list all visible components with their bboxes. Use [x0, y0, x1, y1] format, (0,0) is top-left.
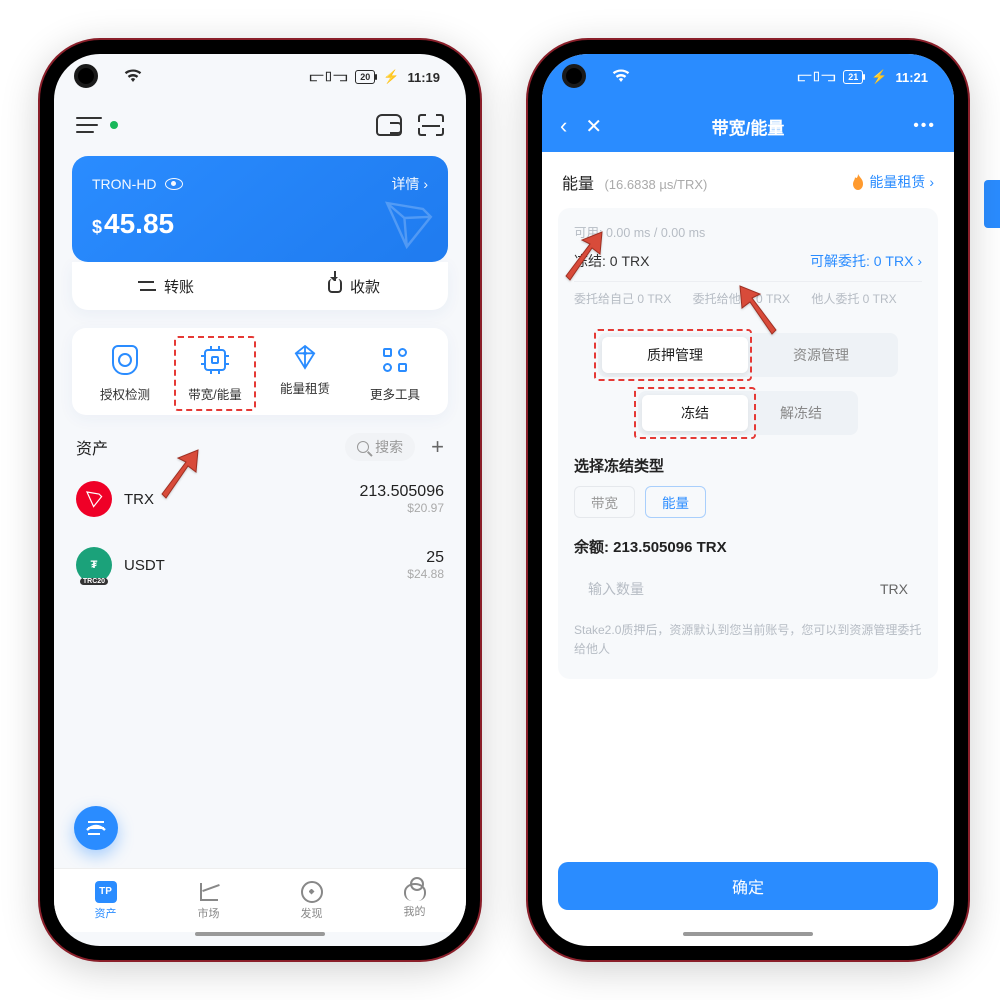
highlight-box [174, 336, 256, 411]
receive-icon [328, 279, 342, 293]
search-icon [357, 441, 369, 453]
confirm-button[interactable]: 确定 [558, 862, 938, 910]
phone-left: ⫍▯⫎ 20 ⚡ 11:19 TRON-HD 详情 › [40, 40, 480, 960]
kite-icon [294, 344, 316, 370]
assets-tab-icon: TP [95, 881, 117, 903]
tab-assets[interactable]: TP资产 [54, 869, 157, 932]
stake-panel: 可用: 0.00 ms / 0.00 ms 冻结: 0 TRX 可解委托: 0 … [558, 208, 938, 679]
usdt-coin-icon: ₮ [76, 547, 112, 583]
grid-icon [383, 348, 407, 372]
energy-rate: (16.6838 µs/TRX) [604, 177, 707, 192]
tab-bar: TP资产 市场 发现 我的 [54, 868, 466, 932]
market-tab-icon [198, 881, 220, 903]
shield-icon [112, 345, 138, 375]
trx-coin-icon [76, 481, 112, 517]
side-chip [984, 180, 1000, 228]
connection-dot [110, 121, 118, 129]
tool-more[interactable]: 更多工具 [350, 344, 440, 403]
chip-icon [204, 349, 226, 371]
screen-right: ⫍▯⫎ 21 ⚡ 11:21 ‹ ✕ 带宽/能量 ••• 能量 (16.6838… [542, 54, 954, 946]
scan-icon[interactable] [418, 114, 444, 136]
page-header: ‹ ✕ 带宽/能量 ••• [542, 100, 954, 152]
amount-input[interactable]: 输入数量 TRX [574, 567, 922, 611]
wallet-name: TRON-HD [92, 176, 157, 192]
vibrate-icon: ⫍▯⫎ [798, 69, 836, 85]
add-asset-button[interactable]: + [431, 434, 444, 460]
pill-bandwidth[interactable]: 带宽 [574, 486, 635, 518]
transfer-button[interactable]: 转账 [72, 262, 260, 310]
visibility-icon[interactable] [165, 178, 183, 190]
menu-icon[interactable] [76, 124, 98, 126]
tron-watermark-icon [378, 194, 438, 254]
balance-card[interactable]: TRON-HD 详情 › $45.85 [72, 156, 448, 262]
wifi-icon [124, 69, 142, 86]
freeze-type-pills: 带宽 能量 [574, 486, 922, 518]
phone-right: ⫍▯⫎ 21 ⚡ 11:21 ‹ ✕ 带宽/能量 ••• 能量 (16.6838… [528, 40, 968, 960]
status-time: 11:21 [895, 70, 928, 85]
freeze-type-title: 选择冻结类型 [574, 455, 922, 476]
status-bar: ⫍▯⫎ 21 ⚡ 11:21 [542, 54, 954, 100]
assets-label: 资产 [76, 435, 108, 459]
camera-hole [562, 64, 586, 88]
search-input[interactable]: 搜索 [345, 433, 415, 461]
input-unit: TRX [880, 581, 908, 597]
asset-row-trx[interactable]: TRX 213.505096$20.97 [76, 469, 444, 529]
highlight-box [634, 387, 756, 439]
charging-icon: ⚡ [871, 69, 887, 85]
energy-label: 能量 [562, 176, 594, 193]
assets-header: 资产 搜索 + [76, 433, 444, 461]
freeze-segment: 冻结 解冻结 [638, 391, 858, 435]
more-button[interactable]: ••• [913, 117, 936, 135]
unfreeze-tab[interactable]: 解冻结 [748, 395, 854, 431]
transfer-icon [138, 279, 156, 293]
tab-market[interactable]: 市场 [157, 869, 260, 932]
pill-energy[interactable]: 能量 [645, 486, 706, 518]
tutorial-arrow-icon [560, 230, 604, 282]
charging-icon: ⚡ [383, 69, 399, 85]
energy-top-row: 能量 (16.6838 µs/TRX) 能量租赁› [558, 152, 938, 208]
tool-energy-rental[interactable]: 能量租赁 [260, 344, 350, 403]
asset-row-usdt[interactable]: ₮USDT 25$24.88 [76, 535, 444, 595]
chat-fab[interactable] [74, 806, 118, 850]
discover-tab-icon [301, 881, 323, 903]
tab-discover[interactable]: 发现 [260, 869, 363, 932]
mgmt-segment: 质押管理 资源管理 [598, 333, 898, 377]
receive-button[interactable]: 收款 [260, 262, 448, 310]
screen-left: ⫍▯⫎ 20 ⚡ 11:19 TRON-HD 详情 › [54, 54, 466, 946]
rental-link[interactable]: 能量租赁› [851, 172, 934, 192]
delegatable-link[interactable]: 可解委托: 0 TRX › [810, 251, 922, 271]
details-link[interactable]: 详情 › [391, 174, 428, 194]
tab-mine[interactable]: 我的 [363, 869, 466, 932]
top-bar [54, 100, 466, 150]
status-time: 11:19 [407, 70, 440, 85]
status-bar: ⫍▯⫎ 20 ⚡ 11:19 [54, 54, 466, 100]
mine-tab-icon [404, 883, 426, 901]
battery-icon: 20 [355, 70, 375, 84]
camera-hole [74, 64, 98, 88]
vibrate-icon: ⫍▯⫎ [310, 69, 348, 85]
action-row: 转账 收款 [72, 262, 448, 310]
tool-auth-check[interactable]: 授权检测 [80, 344, 170, 403]
page-title: 带宽/能量 [542, 114, 954, 139]
input-placeholder: 输入数量 [588, 579, 644, 599]
available-label: 可用: 0.00 ms / 0.00 ms [574, 222, 922, 241]
tutorial-arrow-icon [156, 448, 200, 500]
balance-label: 余额: 213.505096 TRX [574, 536, 922, 557]
highlight-box [594, 329, 752, 381]
wallet-icon[interactable] [376, 114, 402, 136]
fire-icon [851, 174, 865, 190]
tool-bandwidth-energy[interactable]: 带宽/能量 [170, 344, 260, 403]
battery-icon: 21 [843, 70, 863, 84]
tools-panel: 授权检测 带宽/能量 能量租赁 更多工具 [72, 328, 448, 415]
wifi-icon [612, 69, 630, 86]
tutorial-arrow-icon [738, 284, 782, 336]
resource-mgmt-tab[interactable]: 资源管理 [748, 337, 894, 373]
stake-note: Stake2.0质押后，资源默认到您当前账号，您可以到资源管理委托给他人 [574, 621, 922, 659]
